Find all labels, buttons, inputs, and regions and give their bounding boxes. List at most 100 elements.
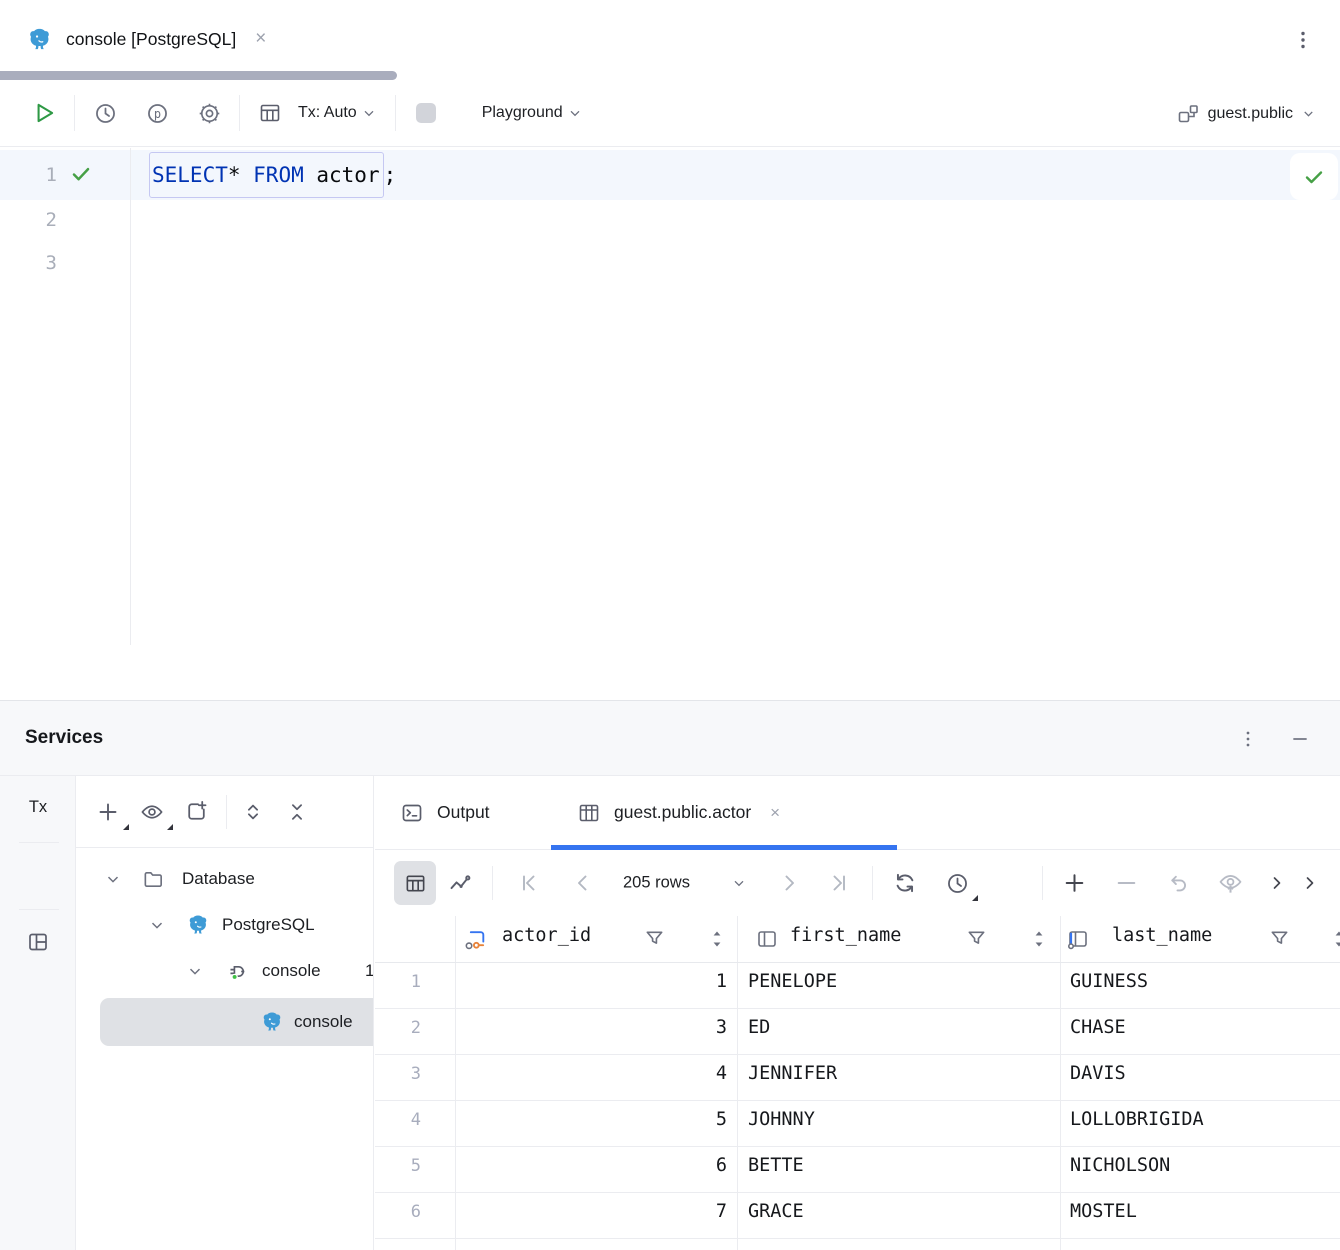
playground-selector[interactable]: Playground	[482, 104, 563, 122]
cell-actor-id[interactable]: 1	[455, 971, 727, 992]
chevron-right-icon[interactable]	[1300, 873, 1320, 893]
cell-last-name[interactable]: CHASE	[1070, 1017, 1126, 1038]
table-row[interactable]: 6 7 GRACE MOSTEL	[375, 1193, 1340, 1239]
run-button[interactable]	[28, 97, 60, 129]
add-row-icon[interactable]	[1062, 871, 1087, 896]
table-row[interactable]: 2 3 ED CHASE	[375, 1009, 1340, 1055]
cell-actor-id[interactable]: 7	[455, 1201, 727, 1222]
layout-view-icon[interactable]	[26, 930, 50, 954]
eye-filter-icon[interactable]	[136, 796, 168, 828]
tree-item-database[interactable]: Database	[76, 856, 374, 902]
cell-actor-id[interactable]: 6	[455, 1155, 727, 1176]
cell-first-name[interactable]: GRACE	[748, 1201, 804, 1222]
services-content: Output guest.public.actor ×	[375, 776, 1340, 1250]
table-row[interactable]: 3 4 JENNIFER DAVIS	[375, 1055, 1340, 1101]
history-icon[interactable]	[89, 97, 121, 129]
cell-last-name[interactable]: LOLLOBRIGIDA	[1070, 1109, 1204, 1130]
schema-label: guest.public	[1208, 105, 1293, 123]
schema-icon	[1176, 102, 1200, 126]
table-row[interactable]: 4 5 JOHNNY LOLLOBRIGIDA	[375, 1101, 1340, 1147]
settings-gear-icon[interactable]	[193, 97, 225, 129]
filter-icon[interactable]	[643, 927, 666, 950]
row-number: 3	[375, 1064, 421, 1084]
new-console-icon[interactable]	[180, 796, 212, 828]
cell-last-name[interactable]: NICHOLSON	[1070, 1155, 1170, 1176]
cell-first-name[interactable]: BETTE	[748, 1155, 804, 1176]
table-row[interactable]: 1 1 PENELOPE GUINESS	[375, 963, 1340, 1009]
chevron-down-icon[interactable]	[731, 875, 747, 891]
rail-divider	[19, 842, 59, 843]
add-icon[interactable]	[92, 796, 124, 828]
cell-last-name[interactable]: MOSTEL	[1070, 1201, 1137, 1222]
cell-first-name[interactable]: JOHNNY	[748, 1109, 815, 1130]
table-view-icon[interactable]	[254, 97, 286, 129]
kebab-menu-icon[interactable]	[1236, 727, 1260, 751]
cell-first-name[interactable]: PENELOPE	[748, 971, 837, 992]
cell-last-name[interactable]: GUINESS	[1070, 971, 1148, 992]
chevron-down-icon[interactable]	[186, 962, 204, 980]
cell-last-name[interactable]: DAVIS	[1070, 1063, 1126, 1084]
column-header-last-name[interactable]: last_name	[1112, 925, 1212, 946]
result-tab-bar: Output guest.public.actor ×	[375, 776, 1340, 850]
tree-item-suffix: 1	[365, 961, 374, 981]
rail-divider	[19, 909, 59, 910]
chevron-down-icon[interactable]	[357, 97, 381, 129]
terminal-icon	[400, 801, 424, 825]
filter-icon[interactable]	[1268, 927, 1291, 950]
tx-mode-selector[interactable]: Tx: Auto	[298, 104, 357, 122]
sql-editor[interactable]: 1 2 3 SELECT* FROM actor ;	[0, 148, 1340, 700]
query-history-icon[interactable]	[941, 867, 973, 899]
expand-all-icon[interactable]	[237, 796, 269, 828]
cell-first-name[interactable]: JENNIFER	[748, 1063, 837, 1084]
editor-tab-console[interactable]: console [PostgreSQL] ×	[20, 12, 272, 66]
column-header-first-name[interactable]: first_name	[790, 925, 901, 946]
inspection-status-widget[interactable]	[1290, 153, 1338, 200]
table-view-toggle[interactable]	[394, 861, 436, 905]
schema-switcher[interactable]: guest.public	[1176, 80, 1316, 147]
table-row[interactable]: 5 6 BETTE NICHOLSON	[375, 1147, 1340, 1193]
rail-tx-button[interactable]: Tx	[0, 798, 76, 817]
cell-first-name[interactable]: ED	[748, 1017, 770, 1038]
folder-icon	[142, 868, 165, 891]
chart-view-icon[interactable]	[447, 870, 474, 897]
tree-item-console[interactable]: console 1	[76, 948, 374, 994]
tree-item-console-child[interactable]: console	[76, 999, 374, 1045]
row-number: 6	[375, 1202, 421, 1222]
refresh-icon[interactable]	[892, 870, 918, 896]
chevron-down-icon[interactable]	[148, 916, 166, 934]
previous-page-icon	[571, 871, 595, 895]
code-line-1[interactable]: SELECT* FROM actor ;	[149, 151, 396, 199]
stop-button	[410, 97, 442, 129]
editor-toolbar: p Tx: Auto Playground guest.public	[0, 80, 1340, 147]
tree-item-label: PostgreSQL	[222, 915, 315, 935]
sort-icon[interactable]	[1031, 930, 1047, 948]
tree-item-postgresql[interactable]: PostgreSQL	[76, 902, 374, 948]
close-icon[interactable]: ×	[255, 28, 266, 50]
toolbar-divider	[1042, 866, 1043, 900]
row-number: 5	[375, 1156, 421, 1176]
indexed-column-icon	[1066, 927, 1090, 951]
cell-actor-id[interactable]: 4	[455, 1063, 727, 1084]
kebab-menu-icon[interactable]	[1291, 28, 1315, 52]
tab-guest-public-actor[interactable]: guest.public.actor ×	[577, 776, 780, 849]
sort-icon[interactable]	[1331, 930, 1340, 948]
tree-item-label: console	[294, 1012, 353, 1032]
chevron-right-icon[interactable]	[1267, 873, 1287, 893]
cell-actor-id[interactable]: 3	[455, 1017, 727, 1038]
minimize-icon[interactable]	[1288, 727, 1312, 751]
cell-actor-id[interactable]: 5	[455, 1109, 727, 1130]
sort-icon[interactable]	[709, 930, 725, 948]
row-count-selector[interactable]: 205 rows	[623, 874, 690, 893]
column-header-actor-id[interactable]: actor_id	[502, 925, 591, 946]
chevron-down-icon[interactable]	[104, 870, 122, 888]
execution-plan-icon[interactable]: p	[141, 97, 173, 129]
filter-icon[interactable]	[965, 927, 988, 950]
close-icon[interactable]: ×	[770, 803, 780, 823]
datasource-plug-icon	[224, 959, 249, 984]
tab-output[interactable]: Output	[400, 776, 490, 849]
collapse-all-icon[interactable]	[281, 796, 313, 828]
row-number: 1	[375, 972, 421, 992]
grid-toolbar: 205 rows	[375, 850, 1340, 916]
editor-tab-bar: console [PostgreSQL] ×	[0, 0, 1340, 80]
chevron-down-icon[interactable]	[563, 97, 587, 129]
